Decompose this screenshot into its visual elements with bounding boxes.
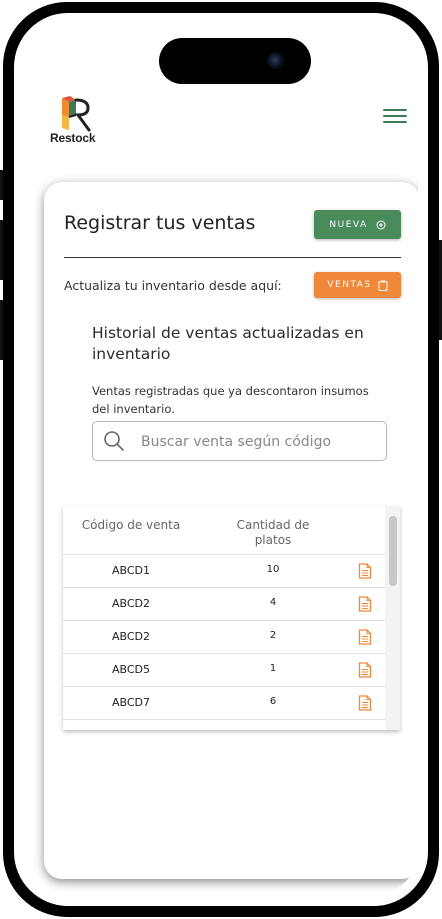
table-row[interactable]: ABCD2 2 (63, 620, 385, 653)
hamburger-menu-icon[interactable] (383, 109, 407, 127)
camera-icon (267, 52, 285, 70)
title-divider (64, 257, 401, 258)
cell-code: ABCD2 (111, 630, 151, 643)
cell-quantity: 6 (269, 696, 277, 707)
document-icon[interactable] (358, 596, 372, 612)
sales-table: Código de venta Cantidad de platos ABCD1… (63, 506, 400, 730)
search-input[interactable] (139, 430, 378, 454)
update-inventory-text: Actualiza tu inventario desde aquí: (64, 278, 282, 293)
phone-frame: Restock Registrar tus ventas NUEVA Actua… (3, 2, 439, 917)
clipboard-icon (378, 280, 388, 291)
cell-quantity: 2 (269, 630, 277, 641)
document-icon[interactable] (358, 629, 372, 645)
history-description: Ventas registradas que ya descontaron in… (92, 384, 369, 416)
table-header: Código de venta Cantidad de platos (63, 518, 385, 554)
new-sale-label: NUEVA (329, 219, 368, 230)
cell-quantity: 1 (269, 663, 277, 674)
table-row[interactable]: ABCD2 4 (63, 587, 385, 620)
app-name: Restock (50, 131, 96, 145)
cell-code: ABCD1 (111, 564, 151, 577)
search-icon (104, 431, 124, 451)
dynamic-island (159, 38, 311, 84)
header-code: Código de venta (81, 518, 181, 532)
new-sale-button[interactable]: NUEVA (314, 210, 401, 239)
phone-screen: Restock Registrar tus ventas NUEVA Actua… (28, 27, 418, 895)
document-icon[interactable] (358, 563, 372, 579)
cell-code: ABCD7 (111, 696, 151, 709)
plus-circle-icon (376, 220, 386, 229)
sales-button-label: VENTAS (327, 280, 372, 290)
sales-button[interactable]: VENTAS (314, 272, 401, 298)
page-title: Registrar tus ventas (64, 212, 256, 234)
scrollbar-thumb[interactable] (389, 516, 397, 586)
table-row[interactable]: ABCD5 1 (63, 653, 385, 686)
document-icon[interactable] (358, 662, 372, 678)
cell-quantity: 10 (266, 564, 280, 575)
table-row[interactable]: ABCD1 10 (63, 554, 385, 587)
cell-code: ABCD5 (111, 663, 151, 676)
header-quantity: Cantidad de platos (236, 518, 310, 547)
phone-bezel: Restock Registrar tus ventas NUEVA Actua… (14, 13, 428, 906)
document-icon[interactable] (358, 695, 372, 711)
cell-code: ABCD2 (111, 597, 151, 610)
sales-card: Registrar tus ventas NUEVA Actualiza tu … (44, 182, 418, 879)
search-box (92, 421, 387, 461)
history-title: Historial de ventas actualizadas en inve… (92, 324, 364, 363)
table-row-partial (63, 719, 385, 730)
table-scrollbar[interactable] (385, 506, 400, 730)
cell-quantity: 4 (269, 597, 277, 608)
table-row[interactable]: ABCD7 6 (63, 686, 385, 719)
table-body: ABCD1 10 ABCD2 4 ABCD2 2 ABCD5 1 ABCD7 6 (63, 554, 385, 730)
